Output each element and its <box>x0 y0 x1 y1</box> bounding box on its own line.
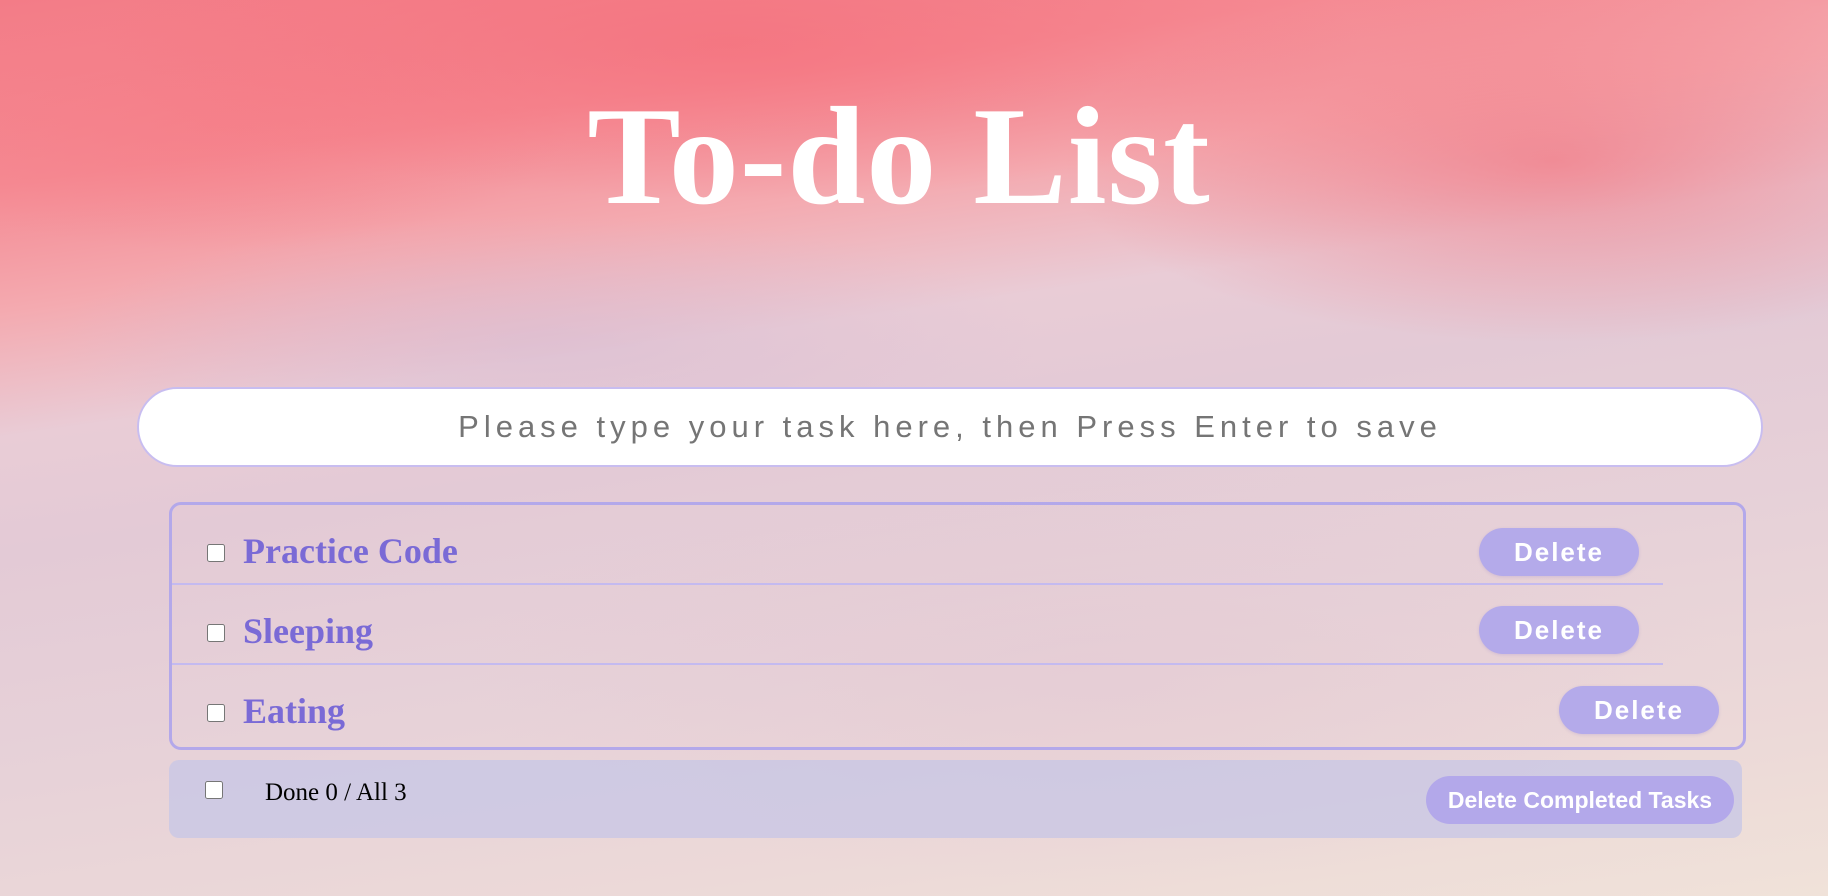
task-label: Practice Code <box>243 531 458 571</box>
task-item: Practice Code Delete <box>172 505 1663 585</box>
task-checkbox[interactable] <box>207 704 225 722</box>
task-input[interactable] <box>137 387 1763 467</box>
task-checkbox[interactable] <box>207 624 225 642</box>
task-label: Eating <box>243 691 346 731</box>
delete-button[interactable]: Delete <box>1479 528 1639 576</box>
all-separator: / All <box>344 779 388 806</box>
task-list: Practice Code Delete Sleeping Delete Eat… <box>169 502 1746 750</box>
delete-button[interactable]: Delete <box>1559 686 1719 734</box>
task-label: Sleeping <box>243 611 374 651</box>
task-item: Eating Delete <box>172 665 1743 745</box>
delete-completed-button[interactable]: Delete Completed Tasks <box>1426 776 1734 824</box>
task-item: Sleeping Delete <box>172 585 1663 665</box>
select-all-checkbox[interactable] <box>205 781 223 799</box>
done-count-text: Done 0 / All 3 <box>265 778 407 808</box>
page-title: To-do List <box>587 79 1211 234</box>
task-checkbox[interactable] <box>207 544 225 562</box>
total-count: 3 <box>394 779 407 806</box>
done-prefix: Done <box>265 779 320 806</box>
task-footer: Done 0 / All 3 Delete Completed Tasks <box>169 760 1742 838</box>
delete-button[interactable]: Delete <box>1479 606 1639 654</box>
done-count: 0 <box>325 779 338 806</box>
